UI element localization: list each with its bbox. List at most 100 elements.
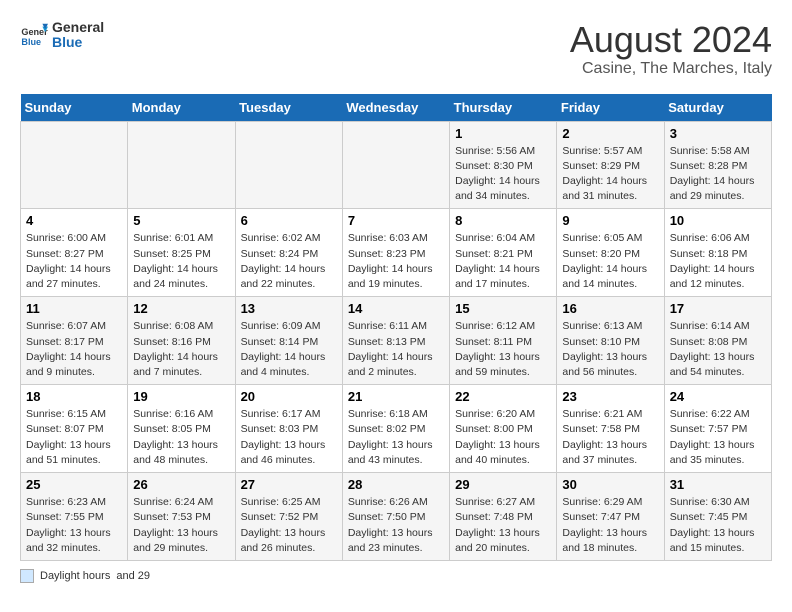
page-title: August 2024 <box>570 20 772 60</box>
day-number: 6 <box>241 213 337 228</box>
calendar-cell: 26 Sunrise: 6:24 AM Sunset: 7:53 PM Dayli… <box>128 473 235 561</box>
title-block: August 2024 Casine, The Marches, Italy <box>570 20 772 78</box>
day-info: Sunrise: 6:26 AM Sunset: 7:50 PM Dayligh… <box>348 495 444 556</box>
day-info: Sunrise: 6:14 AM Sunset: 8:08 PM Dayligh… <box>670 319 766 380</box>
calendar-cell: 16Sunrise: 6:13 AM Sunset: 8:10 PM Dayli… <box>557 297 664 385</box>
day-number: 2 <box>562 126 658 141</box>
day-number: 5 <box>133 213 229 228</box>
day-number: 10 <box>670 213 766 228</box>
calendar-cell: 23Sunrise: 6:21 AM Sunset: 7:58 PM Dayli… <box>557 385 664 473</box>
day-number: 1 <box>455 126 551 141</box>
logo: General Blue General Blue <box>20 20 104 51</box>
day-info: Sunrise: 6:07 AM Sunset: 8:17 PM Dayligh… <box>26 319 122 380</box>
day-info: Sunrise: 6:08 AM Sunset: 8:16 PM Dayligh… <box>133 319 229 380</box>
calendar-cell: 3Sunrise: 5:58 AM Sunset: 8:28 PM Daylig… <box>664 121 771 209</box>
calendar-cell: 19Sunrise: 6:16 AM Sunset: 8:05 PM Dayli… <box>128 385 235 473</box>
day-number: 26 <box>133 477 229 492</box>
day-number: 25 <box>26 477 122 492</box>
day-number: 22 <box>455 389 551 404</box>
day-number: 18 <box>26 389 122 404</box>
calendar-cell: 25Sunrise: 6:23 AM Sunset: 7:55 PM Dayli… <box>21 473 128 561</box>
day-number: 4 <box>26 213 122 228</box>
calendar-cell: 13 Sunrise: 6:09 AM Sunset: 8:14 PM Dayli… <box>235 297 342 385</box>
day-number: 7 <box>348 213 444 228</box>
weekday-header-wednesday: Wednesday <box>342 94 449 122</box>
calendar-cell <box>128 121 235 209</box>
day-info: Sunrise: 6:11 AM Sunset: 8:13 PM Dayligh… <box>348 319 444 380</box>
calendar-cell <box>235 121 342 209</box>
day-info: Sunrise: 6:24 AM Sunset: 7:53 PM Dayligh… <box>133 495 229 556</box>
day-info: Sunrise: 6:02 AM Sunset: 8:24 PM Dayligh… <box>241 231 337 292</box>
day-info: Sunrise: 6:20 AM Sunset: 8:00 PM Dayligh… <box>455 407 551 468</box>
weekday-header-thursday: Thursday <box>450 94 557 122</box>
calendar-cell: 11 Sunrise: 6:07 AM Sunset: 8:17 PM Dayli… <box>21 297 128 385</box>
calendar-cell: 22 Sunrise: 6:20 AM Sunset: 8:00 PM Dayli… <box>450 385 557 473</box>
logo-blue: Blue <box>52 35 104 50</box>
day-info: Sunrise: 6:25 AM Sunset: 7:52 PM Dayligh… <box>241 495 337 556</box>
logo-general: General <box>52 20 104 35</box>
day-number: 3 <box>670 126 766 141</box>
calendar-cell: 4 Sunrise: 6:00 AM Sunset: 8:27 PM Daylig… <box>21 209 128 297</box>
day-info: Sunrise: 6:22 AM Sunset: 7:57 PM Dayligh… <box>670 407 766 468</box>
calendar-cell: 1 Sunrise: 5:56 AM Sunset: 8:30 PM Daylig… <box>450 121 557 209</box>
weekday-header-sunday: Sunday <box>21 94 128 122</box>
weekday-header-row: SundayMondayTuesdayWednesdayThursdayFrid… <box>21 94 772 122</box>
calendar-cell: 27 Sunrise: 6:25 AM Sunset: 7:52 PM Dayli… <box>235 473 342 561</box>
day-info: Sunrise: 6:21 AM Sunset: 7:58 PM Dayligh… <box>562 407 658 468</box>
day-number: 31 <box>670 477 766 492</box>
calendar-week-2: 4 Sunrise: 6:00 AM Sunset: 8:27 PM Daylig… <box>21 209 772 297</box>
day-info: Sunrise: 6:29 AM Sunset: 7:47 PM Dayligh… <box>562 495 658 556</box>
day-info: Sunrise: 5:56 AM Sunset: 8:30 PM Dayligh… <box>455 144 551 205</box>
calendar-week-3: 11 Sunrise: 6:07 AM Sunset: 8:17 PM Dayli… <box>21 297 772 385</box>
calendar-cell: 2 Sunrise: 5:57 AM Sunset: 8:29 PM Daylig… <box>557 121 664 209</box>
day-number: 29 <box>455 477 551 492</box>
calendar-cell: 21 Sunrise: 6:18 AM Sunset: 8:02 PM Dayli… <box>342 385 449 473</box>
calendar-cell: 28 Sunrise: 6:26 AM Sunset: 7:50 PM Dayli… <box>342 473 449 561</box>
weekday-header-friday: Friday <box>557 94 664 122</box>
day-info: Sunrise: 6:05 AM Sunset: 8:20 PM Dayligh… <box>562 231 658 292</box>
day-number: 21 <box>348 389 444 404</box>
day-number: 9 <box>562 213 658 228</box>
day-number: 14 <box>348 301 444 316</box>
day-number: 27 <box>241 477 337 492</box>
calendar-cell: 31 Sunrise: 6:30 AM Sunset: 7:45 PM Dayli… <box>664 473 771 561</box>
day-number: 24 <box>670 389 766 404</box>
page-subtitle: Casine, The Marches, Italy <box>570 60 772 78</box>
calendar-cell: 14 Sunrise: 6:11 AM Sunset: 8:13 PM Dayli… <box>342 297 449 385</box>
day-number: 12 <box>133 301 229 316</box>
weekday-header-saturday: Saturday <box>664 94 771 122</box>
weekday-header-monday: Monday <box>128 94 235 122</box>
day-number: 20 <box>241 389 337 404</box>
day-info: Sunrise: 5:57 AM Sunset: 8:29 PM Dayligh… <box>562 144 658 205</box>
calendar-week-5: 25Sunrise: 6:23 AM Sunset: 7:55 PM Dayli… <box>21 473 772 561</box>
page-header: General Blue General Blue August 2024 Ca… <box>20 20 772 78</box>
calendar-week-4: 18 Sunrise: 6:15 AM Sunset: 8:07 PM Dayli… <box>21 385 772 473</box>
day-info: Sunrise: 6:13 AM Sunset: 8:10 PM Dayligh… <box>562 319 658 380</box>
day-info: Sunrise: 6:01 AM Sunset: 8:25 PM Dayligh… <box>133 231 229 292</box>
day-number: 13 <box>241 301 337 316</box>
calendar-cell: 17Sunrise: 6:14 AM Sunset: 8:08 PM Dayli… <box>664 297 771 385</box>
day-number: 30 <box>562 477 658 492</box>
day-info: Sunrise: 6:30 AM Sunset: 7:45 PM Dayligh… <box>670 495 766 556</box>
calendar-cell: 10Sunrise: 6:06 AM Sunset: 8:18 PM Dayli… <box>664 209 771 297</box>
calendar-cell: 9 Sunrise: 6:05 AM Sunset: 8:20 PM Daylig… <box>557 209 664 297</box>
calendar-cell: 15Sunrise: 6:12 AM Sunset: 8:11 PM Dayli… <box>450 297 557 385</box>
day-info: Sunrise: 6:15 AM Sunset: 8:07 PM Dayligh… <box>26 407 122 468</box>
svg-text:Blue: Blue <box>21 37 41 47</box>
legend-detail: and 29 <box>116 570 150 582</box>
day-number: 28 <box>348 477 444 492</box>
day-info: Sunrise: 6:09 AM Sunset: 8:14 PM Dayligh… <box>241 319 337 380</box>
day-info: Sunrise: 6:17 AM Sunset: 8:03 PM Dayligh… <box>241 407 337 468</box>
day-number: 11 <box>26 301 122 316</box>
calendar-cell: 30 Sunrise: 6:29 AM Sunset: 7:47 PM Dayli… <box>557 473 664 561</box>
calendar-cell: 7Sunrise: 6:03 AM Sunset: 8:23 PM Daylig… <box>342 209 449 297</box>
day-info: Sunrise: 6:18 AM Sunset: 8:02 PM Dayligh… <box>348 407 444 468</box>
day-info: Sunrise: 6:12 AM Sunset: 8:11 PM Dayligh… <box>455 319 551 380</box>
day-number: 8 <box>455 213 551 228</box>
calendar-cell: 29Sunrise: 6:27 AM Sunset: 7:48 PM Dayli… <box>450 473 557 561</box>
calendar-cell: 6 Sunrise: 6:02 AM Sunset: 8:24 PM Daylig… <box>235 209 342 297</box>
calendar-cell: 8 Sunrise: 6:04 AM Sunset: 8:21 PM Daylig… <box>450 209 557 297</box>
day-info: Sunrise: 6:04 AM Sunset: 8:21 PM Dayligh… <box>455 231 551 292</box>
day-info: Sunrise: 6:00 AM Sunset: 8:27 PM Dayligh… <box>26 231 122 292</box>
calendar-cell: 18 Sunrise: 6:15 AM Sunset: 8:07 PM Dayli… <box>21 385 128 473</box>
